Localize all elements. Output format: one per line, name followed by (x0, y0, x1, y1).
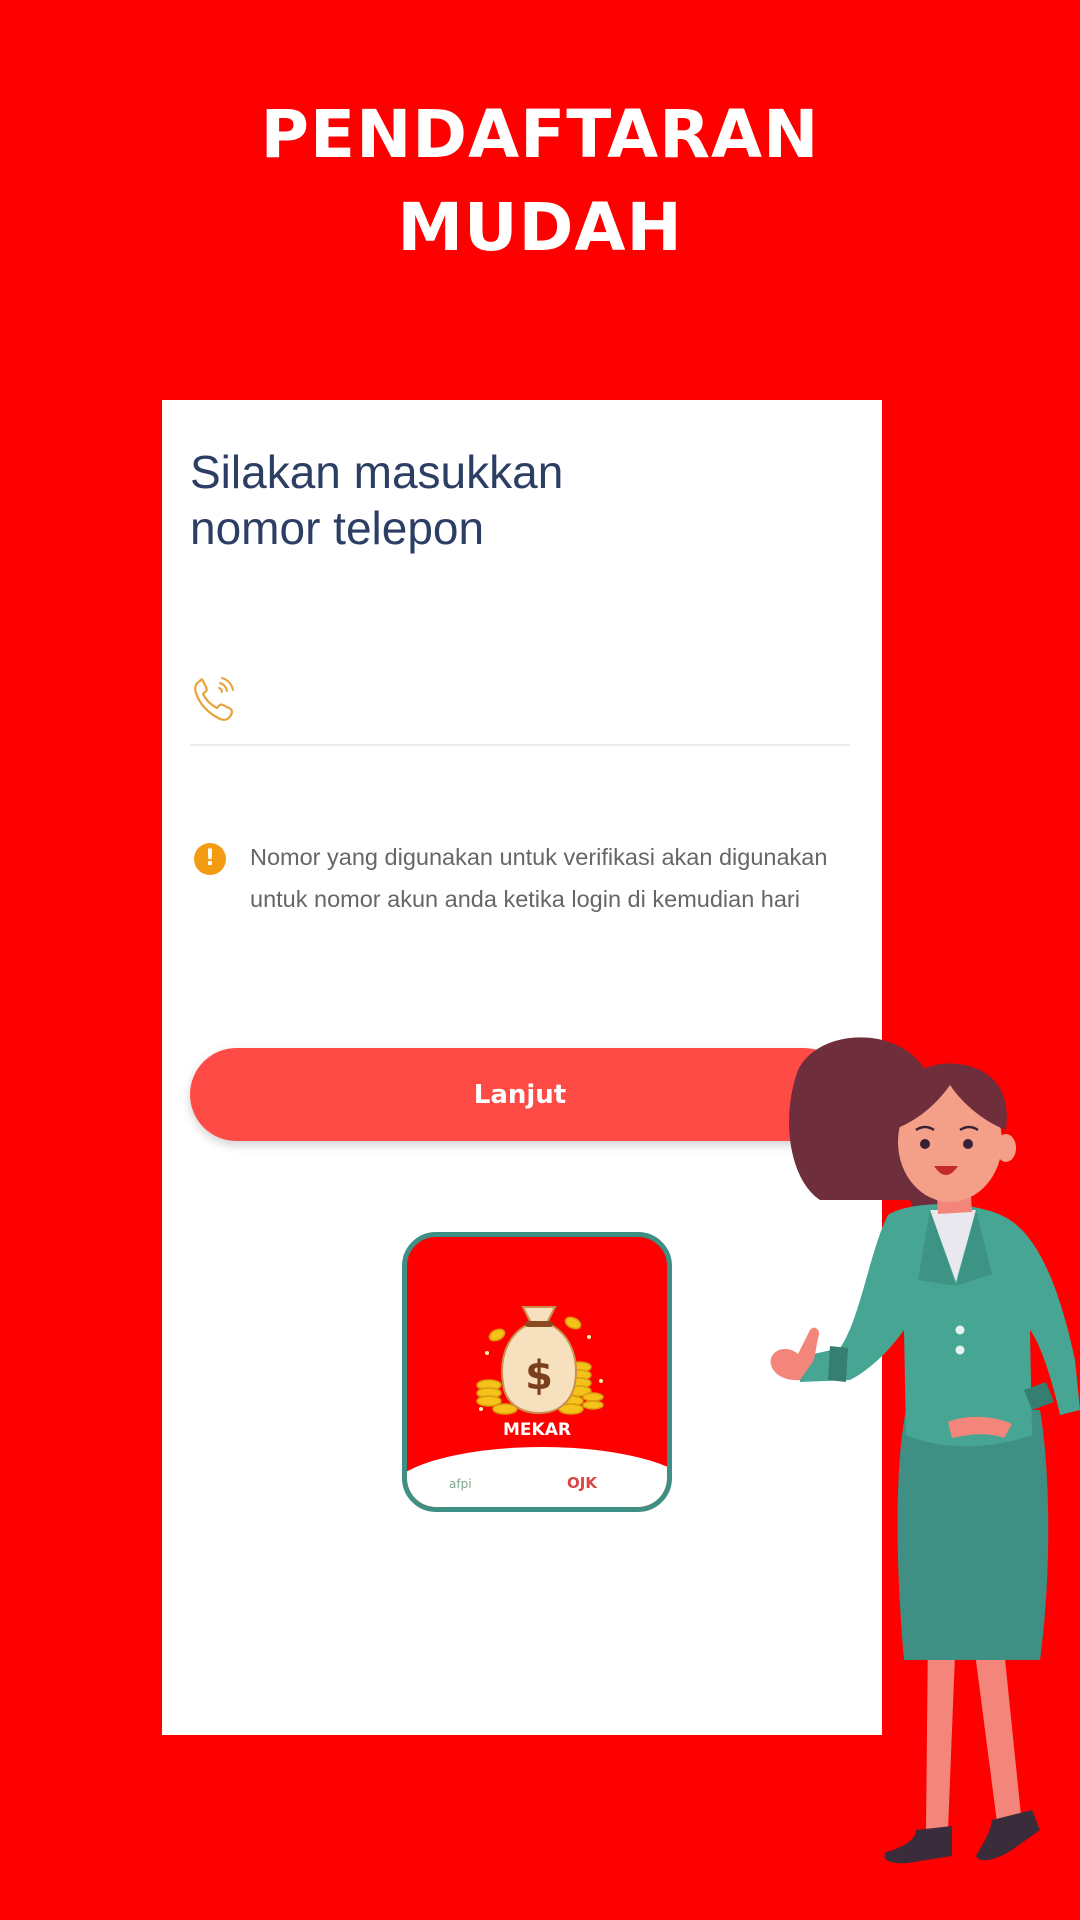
svg-text:$: $ (525, 1353, 553, 1399)
money-bag-icon: $ (476, 1306, 604, 1415)
info-exclamation-icon: ! (194, 843, 226, 875)
phone-icon (194, 677, 234, 721)
logo-footer-arc (407, 1447, 667, 1507)
phone-input-underline (190, 744, 850, 746)
phone-input[interactable] (257, 672, 821, 724)
ojk-logo: OJK (567, 1474, 597, 1492)
form-title-line1: Silakan masukkan (190, 446, 564, 498)
woman-illustration (770, 1037, 1080, 1864)
banner-title-line1: PENDAFTARAN (260, 96, 820, 173)
afpi-logo: afpi (449, 1477, 472, 1491)
verification-notice: Nomor yang digunakan untuk verifikasi ak… (250, 844, 828, 912)
app-name: MEKAR (503, 1420, 571, 1440)
app-logo: $ MEKAR afpi OJK (402, 1232, 672, 1512)
banner-title: PENDAFTARAN MUDAH (0, 88, 1080, 274)
form-title-line2: nomor telepon (190, 502, 485, 554)
banner-title-line2: MUDAH (397, 189, 683, 266)
form-title: Silakan masukkan nomor telepon (190, 444, 790, 556)
